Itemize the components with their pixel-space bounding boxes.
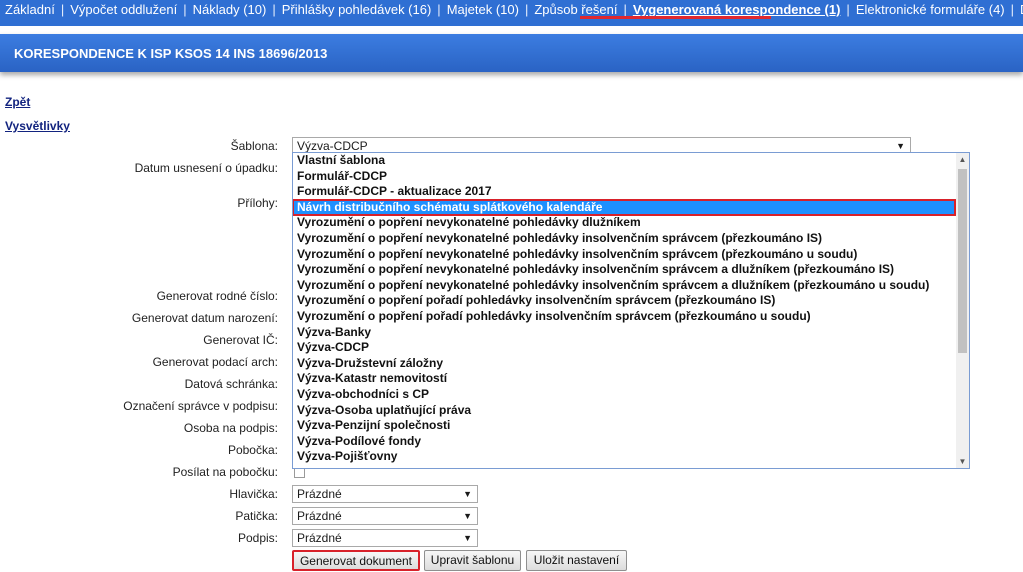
nav-tab[interactable]: Způsob řešení (534, 2, 617, 17)
save-settings-button[interactable]: Uložit nastavení (526, 550, 627, 571)
nav-tab[interactable]: Přihlášky pohledávek (16) (282, 2, 432, 17)
top-nav: Základní | Výpočet oddlužení | Náklady (10) |… (0, 0, 1023, 26)
nav-separator: | (60, 2, 65, 17)
dropdown-option[interactable]: Výzva-Pojišťovny (293, 449, 955, 465)
header-select[interactable]: Prázdné ▼ (292, 485, 478, 503)
dropdown-option[interactable]: Vyrozumění o popření pořadí pohledávky i… (293, 293, 955, 309)
gen-submission-label: Generovat podací arch: (152, 355, 278, 369)
footer-label: Patička: (235, 509, 278, 523)
scroll-up-icon[interactable]: ▲ (956, 153, 969, 166)
footer-select[interactable]: Prázdné ▼ (292, 507, 478, 525)
signature-designation-label: Označení správce v podpisu: (123, 399, 278, 413)
nav-gap (0, 26, 1023, 34)
dropdown-option[interactable]: Vyrozumění o popření nevykonatelné pohle… (293, 262, 955, 278)
scroll-down-icon[interactable]: ▼ (956, 455, 969, 468)
signature-label: Podpis: (237, 531, 278, 545)
chevron-down-icon: ▼ (463, 489, 472, 499)
header-label: Hlavička: (229, 487, 278, 501)
dropdown-scrollbar[interactable]: ▲ ▼ (956, 153, 969, 468)
dropdown-options: Vlastní šablona Formulář-CDCP Formulář-CDC… (293, 153, 956, 465)
signature-select[interactable]: Prázdné ▼ (292, 529, 478, 547)
template-label: Šablona: (230, 139, 278, 153)
nav-tab[interactable]: Základní (5, 2, 55, 17)
generate-document-button[interactable]: Generovat dokument (292, 550, 420, 571)
scroll-thumb[interactable] (958, 169, 967, 353)
databox-label: Datová schránka: (184, 377, 278, 391)
nav-separator: | (524, 2, 529, 17)
dropdown-option[interactable]: Výzva-obchodníci s CP (293, 387, 955, 403)
nav-tab[interactable]: Náklady (10) (193, 2, 267, 17)
gen-ic-label: Generovat IČ: (203, 333, 278, 347)
nav-separator: | (846, 2, 850, 17)
send-to-branch-label: Posílat na pobočku: (172, 465, 278, 479)
active-tab-marker (580, 16, 771, 19)
nav-tab[interactable]: Výpočet oddlužení (70, 2, 177, 17)
legend-link[interactable]: Vysvětlivky (5, 119, 70, 133)
footer-select-value: Prázdné (297, 509, 342, 523)
branch-label: Pobočka: (227, 443, 278, 457)
chevron-down-icon: ▼ (463, 511, 472, 521)
dropdown-option[interactable]: Návrh distribučního schématu splátkového… (293, 198, 956, 217)
nav-tab[interactable]: Majetek (10) (447, 2, 519, 17)
dropdown-option[interactable]: Vyrozumění o popření nevykonatelné pohle… (293, 278, 955, 294)
dropdown-option[interactable]: Výzva-Penzijní společnosti (293, 418, 955, 434)
nav-separator: | (437, 2, 441, 17)
page-title: KORESPONDENCE K ISP KSOS 14 INS 18696/20… (14, 46, 328, 61)
dropdown-option[interactable]: Vyrozumění o popření nevykonatelné pohle… (293, 215, 955, 231)
dropdown-option[interactable]: Výzva-Osoba uplatňující práva (293, 403, 955, 419)
dropdown-option[interactable]: Výzva-Katastr nemovitostí (293, 371, 955, 387)
dropdown-option[interactable]: Vyrozumění o popření nevykonatelné pohle… (293, 247, 955, 263)
chevron-down-icon: ▼ (463, 533, 472, 543)
resolution-date-label: Datum usnesení o úpadku: (134, 161, 278, 175)
back-link[interactable]: Zpět (5, 95, 30, 109)
header-select-value: Prázdné (297, 487, 342, 501)
nav-tab[interactable]: Elektronické formuláře (4) (856, 2, 1005, 17)
nav-separator: | (183, 2, 187, 17)
signing-person-label: Osoba na podpis: (183, 421, 278, 435)
dropdown-option[interactable]: Vlastní šablona (293, 153, 955, 169)
gen-birth-number-label: Generovat rodné číslo: (156, 289, 278, 303)
nav-tab[interactable]: Vygenerovaná korespondence (1) (633, 2, 841, 17)
page-header: KORESPONDENCE K ISP KSOS 14 INS 18696/20… (0, 34, 1023, 72)
nav-separator: | (272, 2, 276, 17)
gen-birth-date-label: Generovat datum narození: (131, 311, 278, 325)
attachments-label: Přílohy: (237, 196, 278, 210)
edit-template-button[interactable]: Upravit šablonu (424, 550, 521, 571)
nav-tabs: Základní | Výpočet oddlužení | Náklady (10) |… (5, 1, 1023, 19)
dropdown-option[interactable]: Výzva-CDCP (293, 340, 955, 356)
dropdown-option[interactable]: Vyrozumění o popření pořadí pohledávky i… (293, 309, 955, 325)
dropdown-option[interactable]: Formulář-CDCP - aktualizace 2017 (293, 184, 955, 200)
template-dropdown-list[interactable]: Vlastní šablona Formulář-CDCP Formulář-CDC… (292, 152, 970, 469)
signature-select-value: Prázdné (297, 531, 342, 545)
dropdown-option[interactable]: Výzva-Podílové fondy (293, 434, 955, 450)
nav-separator: | (1010, 2, 1015, 17)
dropdown-option[interactable]: Výzva-Banky (293, 325, 955, 341)
nav-separator: | (623, 2, 627, 17)
dropdown-option[interactable]: Výzva-Družstevní záložny (293, 356, 955, 372)
dropdown-option[interactable]: Formulář-CDCP (293, 169, 955, 185)
dropdown-option[interactable]: Vyrozumění o popření nevykonatelné pohle… (293, 231, 955, 247)
